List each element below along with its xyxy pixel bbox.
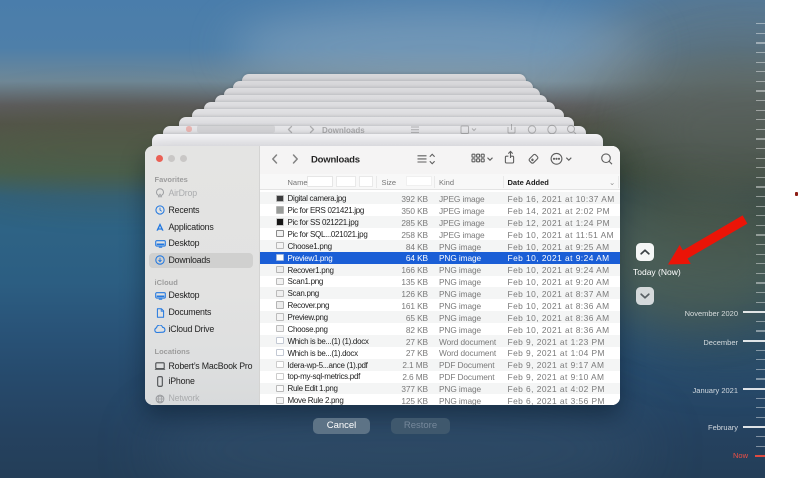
svg-text:Downloads: Downloads — [322, 126, 365, 134]
svg-text:Downloads: Downloads — [311, 154, 360, 165]
